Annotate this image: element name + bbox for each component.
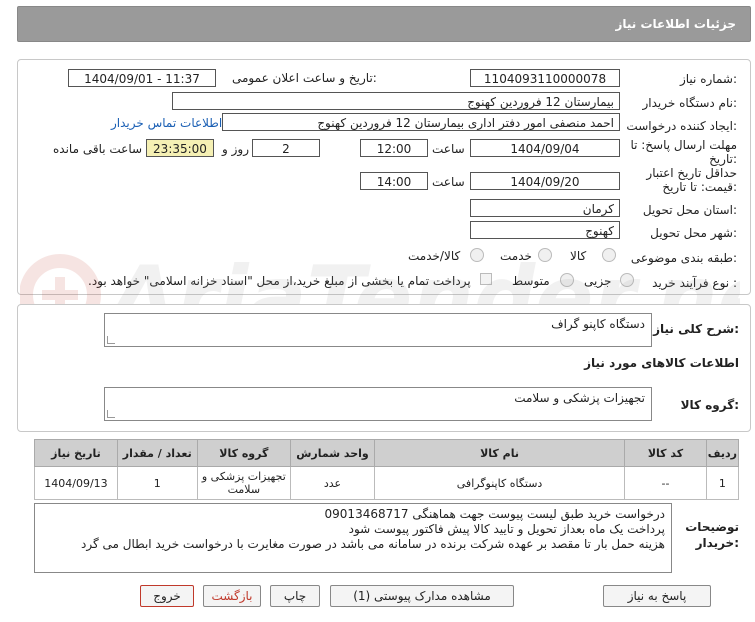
col-group: گروه کالا — [196, 439, 292, 467]
announce-label: تاریخ و ساعت اعلان عمومی: — [232, 71, 377, 85]
cell-unit: عدد — [290, 466, 375, 500]
buyer-label: نام دستگاه خریدار: — [642, 96, 738, 110]
resize-handle-icon[interactable] — [107, 410, 115, 418]
category-option-service: خدمت — [500, 249, 532, 263]
goods-group-label: گروه کالا: — [680, 398, 739, 412]
attachments-button[interactable]: مشاهده مدارک پیوستی (1) — [330, 585, 514, 607]
reply-button[interactable]: پاسخ به نیاز — [603, 585, 711, 607]
category-radio-both[interactable] — [470, 248, 484, 262]
summary-textarea[interactable]: دستگاه کاپنو گراف — [104, 313, 652, 347]
province-label: استان محل تحویل: — [642, 203, 737, 217]
resize-handle-icon[interactable] — [107, 336, 115, 344]
days-field: 2 — [252, 139, 320, 157]
deadline-label-2: تاریخ: — [709, 152, 737, 166]
exit-button[interactable]: خروج — [140, 585, 194, 607]
goods-group-text: تجهیزات پزشکی و سلامت — [514, 391, 645, 405]
cell-name: دستگاه کاپنوگرافی — [373, 466, 626, 500]
buyer-notes-textarea[interactable]: درخواست خرید طبق لیست پیوست جهت هماهنگی … — [34, 503, 672, 573]
contact-buyer-link[interactable]: اطلاعات تماس خریدار — [111, 116, 222, 130]
cell-date: 1404/09/13 — [34, 466, 118, 500]
cell-qty: 1 — [116, 466, 198, 500]
buyer-note-line: هزینه حمل بار تا مقصد بر عهده شرکت برنده… — [80, 537, 665, 551]
col-unit: واحد شمارش — [290, 439, 375, 467]
process-radio-medium[interactable] — [560, 273, 574, 287]
process-label: نوع فرآیند خرید : — [652, 276, 737, 290]
buyer-notes-label: توضیحات — [685, 520, 739, 534]
city-label: شهر محل تحویل: — [650, 226, 737, 240]
col-index: ردیف — [705, 439, 740, 467]
page-title: جزئیات اطلاعات نیاز — [615, 17, 736, 31]
process-radio-minor[interactable] — [620, 273, 634, 287]
deadline-time-field: 12:00 — [360, 139, 428, 157]
validity-time-label: ساعت — [432, 175, 465, 189]
back-button[interactable]: بازگشت — [203, 585, 261, 607]
remaining-label: ساعت باقی مانده — [53, 142, 143, 156]
category-option-both: کالا/خدمت — [408, 249, 461, 263]
buyer-note-line: پرداخت یک ماه بعداز تحویل و تایید کالا پ… — [348, 522, 665, 536]
creator-label: ایجاد کننده درخواست: — [626, 119, 737, 133]
buyer-note-line: درخواست خرید طبق لیست پیوست جهت هماهنگی … — [324, 507, 665, 521]
deadline-time-label: ساعت — [432, 142, 465, 156]
page-header: جزئیات اطلاعات نیاز — [17, 6, 751, 42]
col-name: نام کالا — [373, 439, 626, 467]
process-option-medium: متوسط — [512, 274, 550, 288]
buyer-field: بیمارستان 12 فروردین کهنوج — [172, 92, 620, 110]
days-label: روز و — [222, 142, 249, 156]
cell-group: تجهیزات پزشکی و سلامت — [196, 466, 292, 500]
deadline-label: مهلت ارسال پاسخ: تا — [630, 138, 737, 152]
cell-code: -- — [624, 466, 707, 500]
goods-info-title: اطلاعات کالاهای مورد نیاز — [584, 356, 739, 370]
province-field: کرمان — [470, 199, 620, 217]
need-number-field: 1104093110000078 — [470, 69, 620, 87]
buyer-notes-label-2: خریدار: — [695, 536, 739, 550]
deadline-date-field: 1404/09/04 — [470, 139, 620, 157]
goods-table: ردیف کد کالا نام کالا واحد شمارش گروه کا… — [34, 439, 740, 500]
cell-index: 1 — [705, 466, 740, 500]
category-option-goods: کالا — [570, 249, 587, 263]
announce-field: 1404/09/01 - 11:37 — [68, 69, 216, 87]
payment-note: پرداخت تمام یا بخشی از مبلغ خرید،از محل … — [88, 274, 471, 288]
summary-text: دستگاه کاپنو گراف — [551, 317, 645, 331]
validity-time-field: 14:00 — [360, 172, 428, 190]
treasury-checkbox[interactable] — [480, 273, 492, 285]
col-qty: تعداد / مقدار — [116, 439, 198, 467]
summary-label: شرح کلی نیاز: — [653, 322, 739, 336]
need-number-label: شماره نیاز: — [679, 72, 737, 86]
validity-label-2: قیمت: تا تاریخ: — [662, 180, 737, 194]
category-radio-service[interactable] — [538, 248, 552, 262]
print-button[interactable]: چاپ — [270, 585, 320, 607]
goods-group-textarea[interactable]: تجهیزات پزشکی و سلامت — [104, 387, 652, 421]
col-date: تاریخ نیاز — [34, 439, 118, 467]
remaining-time-field: 23:35:00 — [146, 139, 214, 157]
category-label: طبقه بندی موضوعی: — [630, 251, 737, 265]
validity-label: حداقل تاریخ اعتبار — [646, 166, 737, 180]
category-radio-goods[interactable] — [602, 248, 616, 262]
table-header-row: ردیف کد کالا نام کالا واحد شمارش گروه کا… — [34, 439, 740, 467]
table-row[interactable]: 1 -- دستگاه کاپنوگرافی عدد تجهیزات پزشکی… — [34, 466, 740, 500]
city-field: کهنوج — [470, 221, 620, 239]
process-option-minor: جزیی — [584, 274, 612, 288]
creator-field: احمد منصفی امور دفتر اداری بیمارستان 12 … — [222, 113, 620, 131]
col-code: کد کالا — [624, 439, 707, 467]
validity-date-field: 1404/09/20 — [470, 172, 620, 190]
